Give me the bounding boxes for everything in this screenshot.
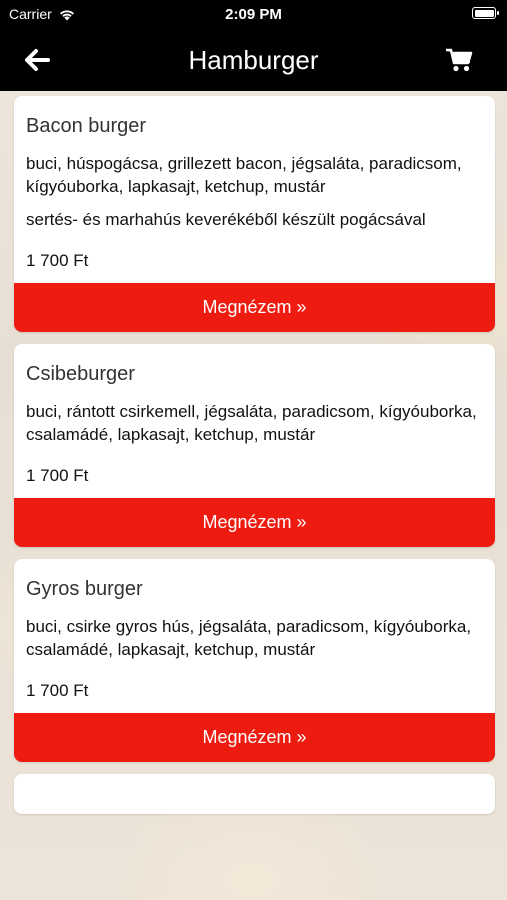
clock: 2:09 PM <box>225 6 282 23</box>
product-description: buci, rántott csirkemell, jégsaláta, par… <box>26 402 477 444</box>
view-product-button[interactable]: Megnézem » <box>14 713 495 762</box>
product-description: buci, húspogácsa, grillezett bacon, jégs… <box>26 154 462 196</box>
product-card: Gyros burger buci, csirke gyros hús, jég… <box>14 559 495 762</box>
product-name: Bacon burger <box>26 115 147 137</box>
title-bar: Hamburger <box>0 28 507 91</box>
product-name: Gyros burger <box>26 578 143 600</box>
cart-icon[interactable] <box>445 47 473 73</box>
battery-icon <box>472 7 499 19</box>
view-product-button[interactable]: Megnézem » <box>14 498 495 547</box>
view-product-button[interactable]: Megnézem » <box>14 283 495 332</box>
product-description: buci, csirke gyros hús, jégsaláta, parad… <box>26 617 472 659</box>
product-card-partial <box>14 774 495 814</box>
product-list: Bacon burger buci, húspogácsa, grillezet… <box>14 96 495 826</box>
product-price: 1 700 Ft <box>26 681 89 700</box>
navigation-bar: Carrier 2:09 PM Hamburger <box>0 0 507 91</box>
page-title: Hamburger <box>188 45 319 75</box>
product-name: Csibeburger <box>26 363 135 385</box>
product-price: 1 700 Ft <box>26 251 89 270</box>
product-card: Csibeburger buci, rántott csirkemell, jé… <box>14 344 495 547</box>
product-price: 1 700 Ft <box>26 466 89 485</box>
status-bar: Carrier 2:09 PM <box>0 0 507 28</box>
product-note: sertés- és marhahús keverékéből készült … <box>26 210 426 229</box>
product-card: Bacon burger buci, húspogácsa, grillezet… <box>14 96 495 332</box>
